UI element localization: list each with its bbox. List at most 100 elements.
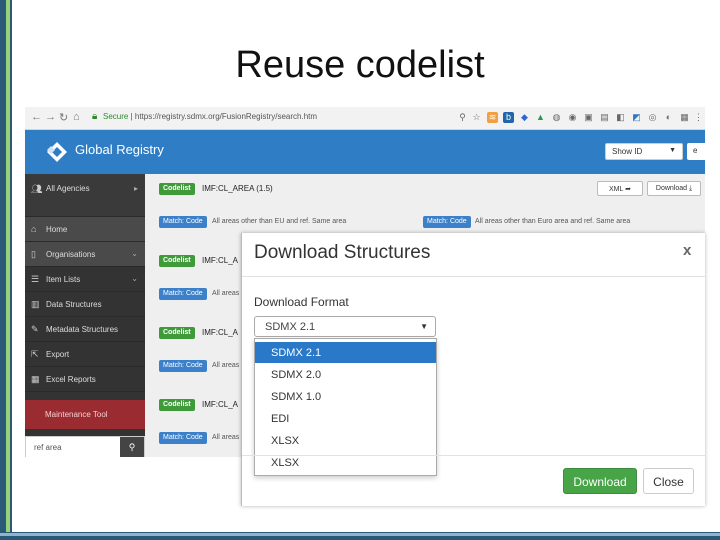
close-icon[interactable]: x [683,242,691,259]
sheets-icon[interactable]: ◆ [519,112,530,123]
download-format-label: Download Format [254,295,349,309]
chevron-right-icon: ▸ [133,184,138,193]
star-icon[interactable]: ☆ [471,112,482,123]
download-structures-dialog: Download Structures x Download Format SD… [241,233,706,506]
sidebar-item-data-structures[interactable]: ▥ Data Structures [25,292,145,317]
sidebar-item-label: Metadata Structures [46,325,119,334]
secure-label: Secure [103,112,129,121]
users-icon: 👥︎ [31,184,43,194]
sidebar-item-metadata-structures[interactable]: ✎ Metadata Structures [25,317,145,342]
show-id-label: Show ID [612,147,643,156]
sidebar-item-label: Home [46,225,68,234]
divider [242,276,706,277]
format-option-edi[interactable]: EDI [255,408,436,429]
app-name: Global Registry [75,142,164,157]
match-badge: Match: Code [159,288,207,300]
sidebar-item-all-agencies[interactable]: 👥︎ All Agencies ▸ [25,174,145,217]
selected-format: SDMX 2.1 [265,321,316,333]
result-description: All areas other than EU and ref. Same ar… [212,218,347,225]
menu-icon[interactable]: ⋮ [693,112,704,123]
match-badge: Match: Code [159,216,207,228]
pencil-icon: ✎ [31,324,39,334]
home-nav-icon[interactable]: ⌂ [73,111,80,123]
codelist-badge: Codelist [159,183,195,195]
result-description: All areas other than Euro area and ref. … [475,218,631,225]
xml-button[interactable]: XML ➦ [597,181,643,196]
result-title[interactable]: IMF:CL_A [202,256,238,265]
sidebar-item-excel-reports[interactable]: ▦ Excel Reports [25,367,145,392]
result-description: All areas [212,362,240,369]
lock-icon: 🔒︎ [92,111,98,122]
download-icon: ⤓ [688,185,693,192]
search-input[interactable]: ref area [34,443,62,452]
slide-bottom-border [0,532,720,540]
format-option-sdmx-2-0[interactable]: SDMX 2.0 [255,364,436,385]
extension9-icon[interactable]: ◐ [663,112,674,123]
export-icon: ⇱ [31,349,39,359]
sidebar-item-label: Organisations [46,250,96,259]
result-id: IMF:CL_AREA [202,184,255,193]
sidebar-item-label: Data Structures [46,300,102,309]
codelist-badge: Codelist [159,399,195,411]
divider [242,455,706,456]
result-title[interactable]: IMF:CL_A [202,400,238,409]
user-button[interactable]: e [687,143,705,160]
format-option-sdmx-1-0[interactable]: SDMX 1.0 [255,386,436,407]
extension2-icon[interactable]: ◍ [551,112,562,123]
show-id-select[interactable]: Show ID ▼ [605,143,683,160]
app-header: Global Registry Show ID ▼ e [25,130,705,174]
xml-label: XML [609,186,624,193]
extension7-icon[interactable]: ◩ [631,112,642,123]
building-icon: ▯ [31,249,36,259]
extension4-icon[interactable]: ▣ [583,112,594,123]
extension10-icon[interactable]: ▦ [679,112,690,123]
sidebar-item-label: All Agencies [46,184,90,193]
url-host: https://registry.sdmx.org [134,112,220,121]
sidebar-search: ref area ⚲ [25,436,145,457]
sidebar-item-organisations[interactable]: ▯ Organisations ⌄ [25,242,145,267]
sidebar: 👥︎ All Agencies ▸ ⌂ Home ▯ Organisations… [25,174,145,457]
codelist-badge: Codelist [159,327,195,339]
chevron-down-icon: ⌄ [131,249,138,258]
zoom-icon[interactable]: ⚲ [457,112,468,123]
list-icon: ☰ [31,274,40,284]
result-description: All areas [212,434,240,441]
extension5-icon[interactable]: ▤ [599,112,610,123]
format-option-sdmx-2-1[interactable]: SDMX 2.1 [255,342,436,363]
browser-address-bar: ← → ↻ ⌂ 🔒︎ Secure | https://registry.sdm… [25,107,705,130]
chevron-down-icon: ▼ [669,147,676,154]
home-icon: ⌂ [31,224,37,234]
back-arrow-icon[interactable]: ← [31,111,42,123]
sidebar-item-label: Export [46,350,70,359]
reload-icon[interactable]: ↻ [59,111,68,124]
search-icon[interactable]: ⚲ [120,437,144,457]
forward-arrow-icon[interactable]: → [45,111,56,123]
result-title[interactable]: IMF:CL_A [202,328,238,337]
extension6-icon[interactable]: ◧ [615,112,626,123]
download-row-button[interactable]: Download ⤓ [647,181,701,196]
drive-icon[interactable]: ▲ [535,112,546,123]
extension3-icon[interactable]: ◉ [567,112,578,123]
rss-icon[interactable]: ≋ [487,112,498,123]
extension8-icon[interactable]: ◎ [647,112,658,123]
chevron-down-icon: ⌄ [131,274,138,283]
chevron-down-icon: ▼ [420,322,428,331]
result-version: (1.5) [256,184,273,193]
close-button[interactable]: Close [643,468,694,494]
sidebar-item-label: Item Lists [46,275,81,284]
maintenance-tool-link[interactable]: Maintenance Tool [25,400,145,429]
global-registry-logo-icon [47,142,67,162]
url-field[interactable]: Secure | https://registry.sdmx.org/Fusio… [103,112,317,121]
sidebar-item-label: Excel Reports [46,375,96,384]
result-description: All areas [212,290,240,297]
share-icon: ➦ [625,186,631,193]
download-button[interactable]: Download [563,468,637,494]
sidebar-item-item-lists[interactable]: ☰ Item Lists ⌄ [25,267,145,292]
download-format-select[interactable]: SDMX 2.1 ▼ [254,316,436,337]
format-option-xlsx[interactable]: XLSX [255,430,436,451]
result-title[interactable]: IMF:CL_AREA (1.5) [202,184,273,193]
sidebar-item-export[interactable]: ⇱ Export [25,342,145,367]
bar-chart-icon: ▥ [31,299,40,309]
extension-icon[interactable]: b [503,112,514,123]
sidebar-item-home[interactable]: ⌂ Home [25,217,145,242]
